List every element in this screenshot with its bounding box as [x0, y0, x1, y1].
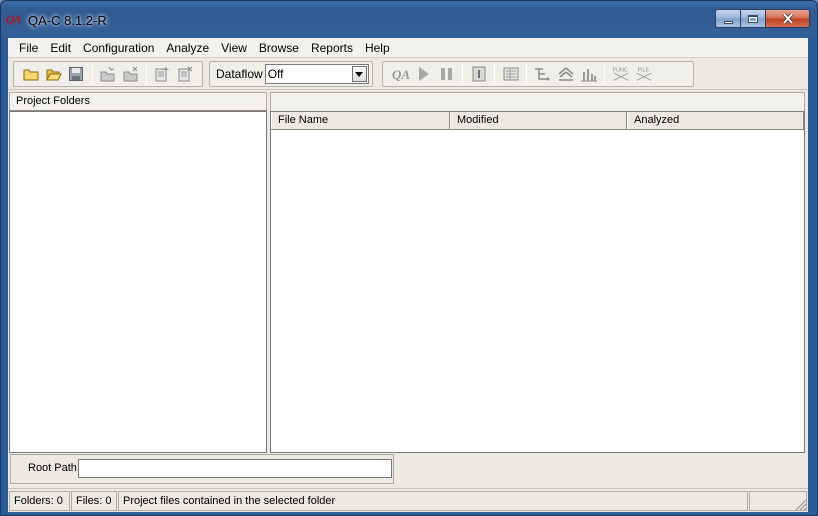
column-modified[interactable]: Modified — [450, 112, 627, 129]
dataflow-value: Off — [267, 67, 284, 81]
dataflow-select[interactable]: Off — [264, 64, 369, 84]
add-files-icon[interactable] — [153, 65, 171, 83]
remove-files-icon[interactable] — [176, 65, 194, 83]
close-icon — [782, 13, 793, 24]
title-bar[interactable]: QA QA-C 8.1.2-R — [1, 1, 817, 37]
svg-text:FUNC: FUNC — [612, 67, 627, 73]
root-path-label: Root Path: — [28, 462, 80, 474]
menu-view[interactable]: View — [215, 38, 253, 58]
menu-bar: File Edit Configuration Analyze View Bro… — [8, 38, 808, 58]
file-list-pane: File Name Modified Analyzed — [270, 92, 805, 453]
toolbar-separator — [494, 64, 495, 84]
dataflow-toolbar-group: Dataflow Off — [209, 61, 373, 87]
metrics-chart-icon[interactable] — [580, 65, 598, 83]
app-window: QA QA-C 8.1.2-R File Edit Configuration … — [0, 0, 818, 516]
status-files-count: Files: 0 — [71, 490, 117, 511]
maximize-button[interactable] — [741, 9, 766, 28]
resize-grip-icon[interactable] — [793, 497, 807, 511]
project-folder-tree[interactable] — [9, 111, 267, 453]
toolbar-separator — [462, 64, 463, 84]
dataflow-label: Dataflow — [216, 67, 263, 81]
file-table-header: File Name Modified Analyzed — [271, 112, 804, 130]
report-icon[interactable] — [502, 65, 520, 83]
project-folders-pane: Project Folders — [9, 92, 267, 453]
minimize-button[interactable] — [715, 9, 741, 28]
qa-analyze-icon[interactable]: QA — [392, 65, 410, 83]
pause-icon[interactable] — [438, 65, 456, 83]
menu-analyze[interactable]: Analyze — [160, 38, 215, 58]
call-tree-icon[interactable] — [534, 65, 552, 83]
menu-browse[interactable]: Browse — [253, 38, 305, 58]
status-folders-count: Folders: 0 — [9, 490, 70, 511]
analysis-toolbar-group: QA FUNC FILE — [382, 61, 694, 87]
func-relations-icon[interactable]: FUNC — [612, 65, 630, 83]
status-message: Project files contained in the selected … — [118, 490, 748, 511]
maximize-icon — [748, 14, 758, 23]
menu-edit[interactable]: Edit — [44, 38, 77, 58]
svg-text:QA: QA — [392, 67, 410, 82]
toolbar-separator — [91, 64, 93, 84]
column-file-name[interactable]: File Name — [271, 112, 450, 129]
window-controls — [715, 9, 810, 28]
toolbar-separator — [526, 64, 527, 84]
add-folder-icon[interactable] — [99, 65, 117, 83]
minimize-icon — [723, 20, 733, 24]
file-toolbar-group — [13, 61, 203, 87]
status-bar: Folders: 0 Files: 0 Project files contai… — [8, 488, 808, 512]
menu-help[interactable]: Help — [359, 38, 396, 58]
file-table[interactable]: File Name Modified Analyzed — [270, 111, 805, 453]
window-title: QA-C 8.1.2-R — [28, 13, 107, 28]
svg-text:FILE: FILE — [637, 67, 649, 73]
close-button[interactable] — [766, 9, 810, 28]
hierarchy-icon[interactable] — [557, 65, 575, 83]
new-project-icon[interactable] — [23, 65, 41, 83]
project-folders-header: Project Folders — [9, 92, 267, 111]
info-icon[interactable] — [470, 65, 488, 83]
remove-folder-icon[interactable] — [122, 65, 140, 83]
file-relations-icon[interactable]: FILE — [635, 65, 653, 83]
menu-file[interactable]: File — [13, 38, 44, 58]
open-project-icon[interactable] — [45, 65, 63, 83]
column-analyzed[interactable]: Analyzed — [627, 112, 804, 129]
toolbar: Dataflow Off QA FUNC FILE — [8, 58, 808, 90]
run-icon[interactable] — [415, 65, 433, 83]
save-icon[interactable] — [68, 65, 86, 83]
toolbar-separator — [604, 64, 605, 84]
file-list-pane-header — [270, 92, 805, 111]
chevron-down-icon[interactable] — [351, 66, 367, 82]
app-logo-icon: QA — [6, 12, 22, 26]
client-area: File Edit Configuration Analyze View Bro… — [8, 38, 808, 512]
menu-configuration[interactable]: Configuration — [77, 38, 160, 58]
root-path-input[interactable] — [78, 459, 392, 478]
root-path-bar: Root Path: — [10, 454, 394, 484]
menu-reports[interactable]: Reports — [305, 38, 359, 58]
toolbar-separator — [145, 64, 147, 84]
